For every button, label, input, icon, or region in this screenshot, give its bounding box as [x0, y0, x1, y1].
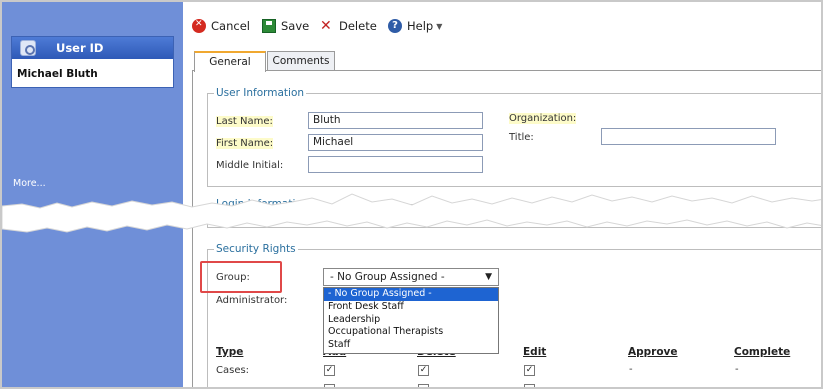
help-button[interactable]: ? Help ▼ [388, 17, 442, 35]
col-complete: Complete [734, 346, 791, 358]
group-option[interactable]: Leadership [324, 314, 498, 327]
group-option[interactable]: Occupational Therapists [324, 326, 498, 339]
group-option[interactable]: - No Group Assigned - [324, 288, 498, 301]
last-name-label: Last Name: [216, 116, 273, 127]
row-type-cases: Cases: [216, 365, 250, 376]
user-name: Michael Bluth [17, 68, 98, 80]
help-icon: ? [388, 19, 402, 33]
group-dropdown-list: - No Group Assigned - Front Desk Staff L… [323, 287, 499, 354]
first-name-field[interactable]: Michael [308, 134, 483, 151]
help-label: Help [407, 19, 434, 33]
security-rights-group: Security Rights [207, 243, 821, 387]
user-id-card-header: User ID [12, 37, 173, 59]
first-name-label: First Name: [216, 138, 274, 149]
administrator-label: Administrator: [216, 295, 288, 306]
more-link[interactable]: More... [13, 178, 46, 189]
save-disk-icon [262, 19, 276, 33]
user-id-card[interactable]: User ID Michael Bluth [11, 36, 174, 88]
toolbar: Cancel Save ✕ Delete ? Help ▼ [183, 2, 821, 47]
col-approve: Approve [628, 346, 678, 358]
user-information-legend: User Information [216, 87, 305, 99]
cancel-button[interactable]: Cancel [192, 17, 250, 35]
next-row-delete-checkbox[interactable] [418, 384, 429, 387]
last-name-field[interactable]: Bluth [308, 112, 483, 129]
organization-label: Organization: [509, 113, 577, 124]
dropdown-arrow-icon: ▼ [485, 272, 492, 282]
cases-approve-value: - [629, 364, 633, 375]
group-option[interactable]: Front Desk Staff [324, 301, 498, 314]
gear-icon [20, 40, 36, 56]
col-edit: Edit [523, 346, 547, 358]
app-window: User ID Michael Bluth More... Cancel Sav… [0, 0, 823, 389]
title-label: Title: [509, 132, 534, 143]
next-row-edit-checkbox[interactable] [524, 384, 535, 387]
col-type: Type [216, 346, 244, 358]
delete-x-icon: ✕ [320, 18, 332, 34]
delete-label: Delete [339, 19, 377, 33]
cases-add-checkbox[interactable]: ✓ [324, 365, 335, 376]
title-field[interactable] [601, 128, 776, 145]
middle-initial-field[interactable] [308, 156, 483, 173]
group-option[interactable]: Staff [324, 339, 498, 352]
cancel-icon [192, 19, 206, 33]
group-selected-value: - No Group Assigned - [330, 271, 445, 283]
cases-delete-checkbox[interactable]: ✓ [418, 365, 429, 376]
group-select[interactable]: - No Group Assigned - ▼ [323, 268, 499, 286]
save-label: Save [281, 19, 310, 33]
security-rights-legend: Security Rights [216, 243, 296, 255]
delete-button[interactable]: ✕ Delete [320, 17, 377, 35]
user-id-card-title: User ID [56, 41, 104, 55]
tab-general[interactable]: General [194, 51, 266, 72]
cancel-label: Cancel [211, 19, 250, 33]
tab-comments[interactable]: Comments [267, 51, 335, 71]
chevron-down-icon: ▼ [436, 21, 443, 31]
save-button[interactable]: Save [262, 17, 309, 35]
torn-edge-overlay [2, 193, 821, 233]
next-row-add-checkbox[interactable] [324, 384, 335, 387]
cases-complete-value: - [735, 364, 739, 375]
middle-initial-label: Middle Initial: [216, 160, 284, 171]
cases-edit-checkbox[interactable]: ✓ [524, 365, 535, 376]
group-highlight-box [200, 261, 282, 293]
